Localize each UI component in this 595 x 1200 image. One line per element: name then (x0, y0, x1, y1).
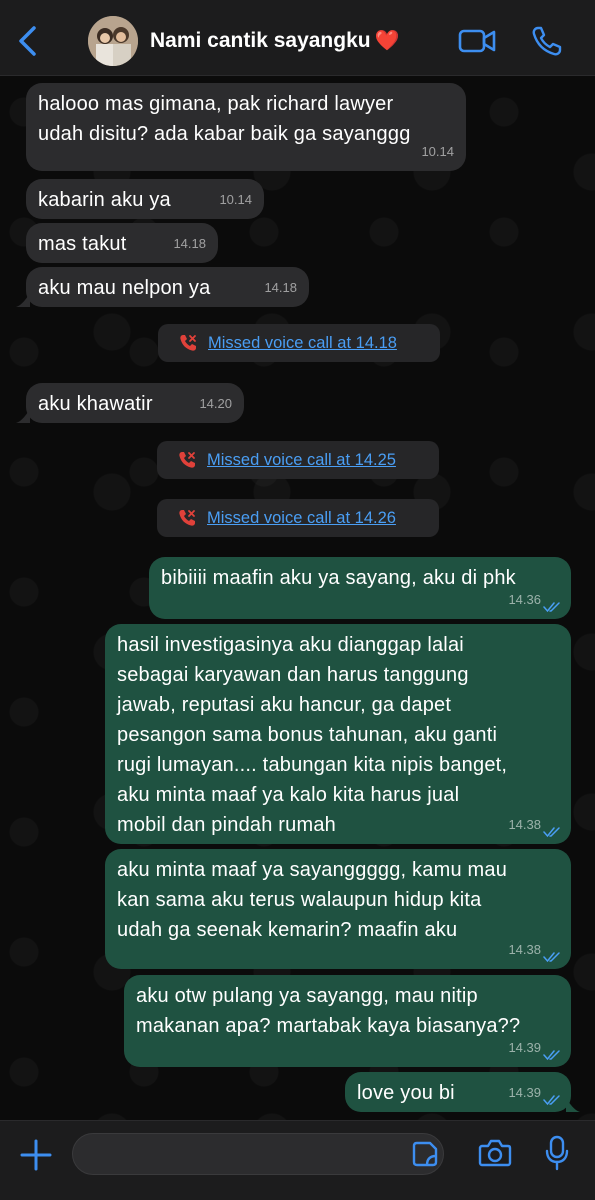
message-text: aku otw pulang ya sayangg, mau nitip mak… (136, 985, 521, 1037)
message-text: aku mau nelpon ya (38, 277, 211, 299)
back-chevron-icon[interactable] (14, 24, 44, 58)
missed-call-notice[interactable]: Missed voice call at 14.25 (157, 441, 439, 479)
contact-name-text: Nami cantik sayangku (150, 29, 371, 52)
chat-area[interactable]: halooo mas gimana, pak richard lawyer ud… (0, 76, 595, 1120)
message-outgoing[interactable]: aku minta maaf ya sayanggggg, kamu mau k… (105, 849, 571, 969)
message-time: 10.14 (421, 144, 454, 159)
plus-icon[interactable] (18, 1137, 54, 1173)
message-text: bibiiii maafin aku ya sayang, aku di phk (161, 567, 516, 589)
message-incoming[interactable]: mas takut 14.18 (26, 223, 218, 263)
missed-call-icon (180, 335, 196, 351)
message-text: aku minta maaf ya sayanggggg, kamu mau k… (117, 859, 508, 941)
message-outgoing[interactable]: aku otw pulang ya sayangg, mau nitip mak… (124, 975, 571, 1067)
chat-header: Nami cantik sayangku ❤️ (0, 0, 595, 76)
message-time: 14.18 (264, 280, 297, 295)
missed-call-icon (179, 452, 195, 468)
message-time: 14.39 (508, 1040, 541, 1055)
message-time: 14.20 (199, 396, 232, 411)
message-incoming[interactable]: halooo mas gimana, pak richard lawyer ud… (26, 83, 466, 171)
message-incoming[interactable]: aku khawatir 14.20 (26, 383, 244, 423)
read-receipt-icon (543, 952, 560, 963)
camera-icon[interactable] (478, 1137, 512, 1169)
message-time: 14.38 (508, 817, 541, 832)
message-text: hasil investigasinya aku dianggap lalai … (117, 634, 508, 836)
missed-call-notice[interactable]: Missed voice call at 14.26 (157, 499, 439, 537)
video-call-icon[interactable] (458, 26, 496, 56)
read-receipt-icon (543, 1050, 560, 1061)
bubble-tail (16, 409, 30, 423)
sticker-icon[interactable] (412, 1141, 438, 1167)
message-text: halooo mas gimana, pak richard lawyer ud… (38, 93, 411, 145)
message-input[interactable] (72, 1133, 444, 1175)
message-outgoing[interactable]: bibiiii maafin aku ya sayang, aku di phk… (149, 557, 571, 619)
missed-call-label: Missed voice call at 14.18 (208, 333, 397, 352)
bubble-tail (566, 1098, 580, 1112)
missed-call-icon (179, 510, 195, 526)
compose-bar (0, 1120, 595, 1200)
phone-call-icon[interactable] (530, 24, 564, 58)
read-receipt-icon (543, 827, 560, 838)
message-time: 14.36 (508, 592, 541, 607)
message-incoming[interactable]: kabarin aku ya 10.14 (26, 179, 264, 219)
message-outgoing[interactable]: hasil investigasinya aku dianggap lalai … (105, 624, 571, 844)
message-outgoing[interactable]: love you bi 14.39 (345, 1072, 571, 1112)
message-time: 14.38 (508, 942, 541, 957)
message-time: 14.39 (508, 1085, 541, 1100)
contact-name[interactable]: Nami cantik sayangku ❤️ (150, 28, 400, 53)
message-time: 10.14 (219, 192, 252, 207)
microphone-icon[interactable] (544, 1135, 570, 1171)
read-receipt-icon (543, 1095, 560, 1106)
missed-call-notice[interactable]: Missed voice call at 14.18 (158, 324, 440, 362)
heart-emoji: ❤️ (374, 30, 400, 52)
contact-avatar[interactable] (88, 16, 138, 66)
missed-call-label: Missed voice call at 14.25 (207, 450, 396, 469)
missed-call-label: Missed voice call at 14.26 (207, 508, 396, 527)
bubble-tail (16, 293, 30, 307)
read-receipt-icon (543, 602, 560, 613)
message-incoming[interactable]: aku mau nelpon ya 14.18 (26, 267, 309, 307)
message-time: 14.18 (173, 236, 206, 251)
